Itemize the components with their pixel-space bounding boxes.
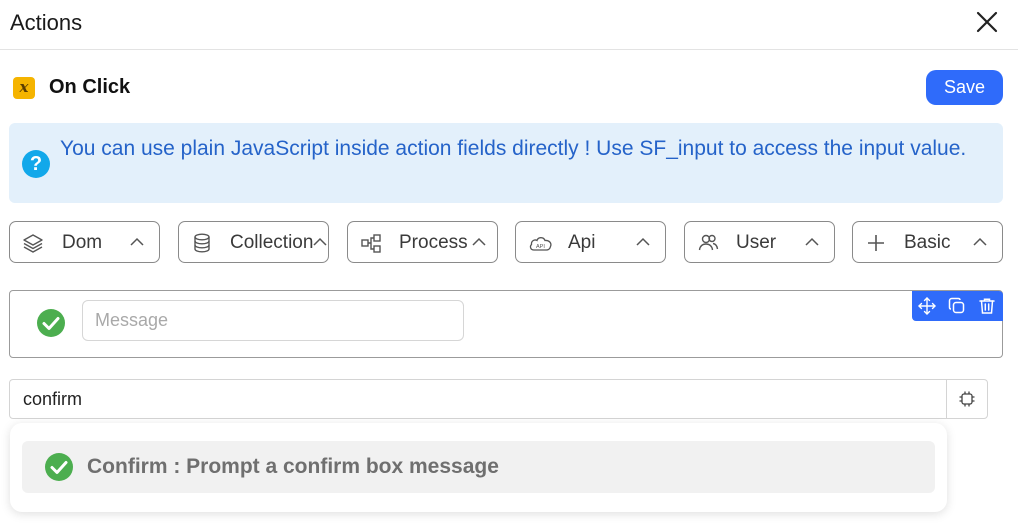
check-circle-icon: [45, 453, 73, 481]
layers-icon: [23, 234, 43, 253]
database-icon: [194, 233, 210, 253]
users-icon: [698, 234, 719, 251]
category-dom-button[interactable]: Dom: [9, 221, 160, 263]
save-button[interactable]: Save: [926, 70, 1003, 105]
flow-icon: [361, 234, 381, 253]
check-circle-icon: [37, 309, 65, 337]
chevron-up-icon: [805, 237, 819, 246]
action-card: [9, 290, 1003, 358]
category-basic-button[interactable]: Basic: [852, 221, 1003, 263]
card-toolbar: [912, 291, 1003, 321]
suggestion-item-confirm[interactable]: Confirm : Prompt a confirm box message: [22, 441, 935, 493]
chevron-up-icon: [130, 237, 144, 246]
info-banner: ? You can use plain JavaScript inside ac…: [9, 123, 1003, 203]
trash-icon[interactable]: [978, 297, 996, 315]
suggestion-label: Confirm : Prompt a confirm box message: [87, 455, 499, 478]
event-label: On Click: [49, 76, 131, 98]
info-text: You can use plain JavaScript inside acti…: [60, 137, 967, 160]
chip-button[interactable]: [946, 379, 988, 419]
chevron-up-icon: [313, 237, 327, 246]
suggestion-dropdown: Confirm : Prompt a confirm box message: [10, 423, 947, 512]
plus-icon: [868, 235, 884, 251]
category-api-button[interactable]: API Api: [515, 221, 666, 263]
category-collection-button[interactable]: Collection: [178, 221, 329, 263]
chevron-up-icon: [472, 237, 486, 246]
question-icon: ?: [22, 150, 50, 178]
message-input[interactable]: [82, 300, 464, 341]
panel-title: Actions: [10, 10, 83, 35]
panel-header: Actions: [0, 0, 1018, 50]
category-process-button[interactable]: Process: [347, 221, 498, 263]
move-icon[interactable]: [918, 297, 936, 315]
category-label: User: [736, 232, 777, 253]
chevron-up-icon: [973, 237, 987, 246]
svg-text:API: API: [536, 244, 545, 250]
close-icon[interactable]: [976, 11, 998, 33]
copy-icon[interactable]: [948, 297, 966, 315]
action-search-input[interactable]: [9, 379, 947, 419]
cloud-api-icon: API: [529, 237, 552, 251]
category-label: Process: [399, 232, 468, 253]
category-label: Collection: [230, 232, 314, 253]
event-row: x On Click Save: [0, 70, 1018, 106]
function-x-icon: x: [13, 77, 35, 99]
category-label: Basic: [904, 232, 951, 253]
chip-icon: [959, 391, 975, 407]
chevron-up-icon: [636, 237, 650, 246]
category-user-button[interactable]: User: [684, 221, 835, 263]
category-label: Dom: [62, 232, 103, 253]
category-label: Api: [568, 232, 596, 253]
